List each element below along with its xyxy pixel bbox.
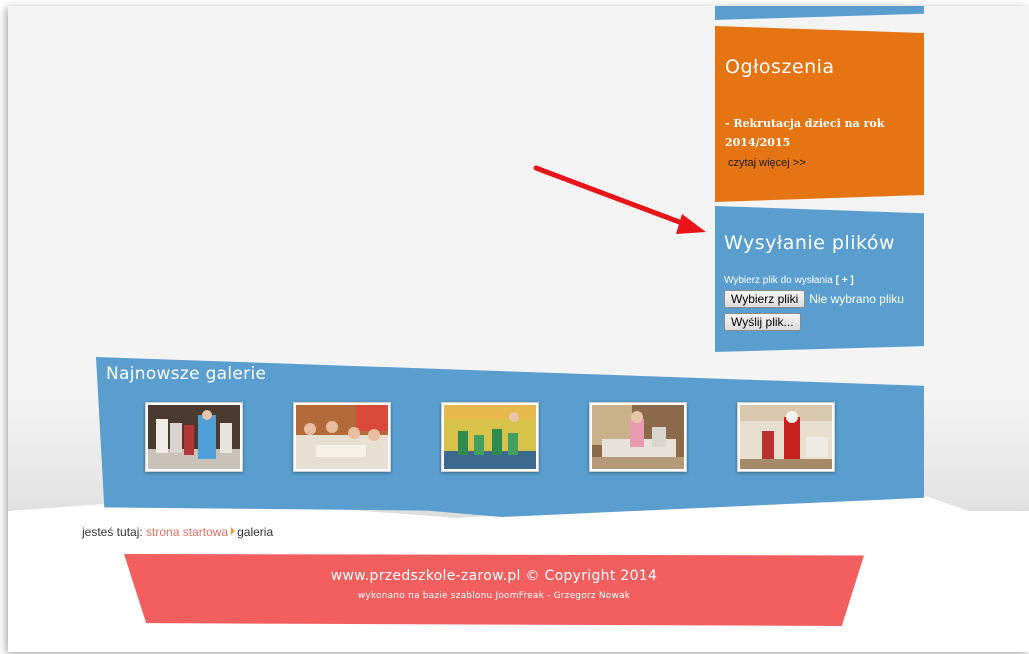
photo-icon — [296, 405, 388, 469]
upload-label-row: Wybierz plik do wysłania [ + ] — [724, 275, 854, 286]
breadcrumb: jesteś tutaj: strona startowa galeria — [82, 525, 273, 539]
gallery-thumb-1[interactable] — [145, 402, 243, 472]
gallery-thumb-5[interactable] — [737, 402, 835, 472]
latest-galleries-title: Najnowsze galerie — [106, 364, 267, 384]
photo-icon — [148, 405, 240, 469]
photo-icon — [592, 405, 684, 469]
footer-credits: wykonano na bazie szablonu JoomFreak - G… — [357, 591, 631, 601]
footer-copyright: www.przedszkole-zarow.pl © Copyright 201… — [330, 568, 658, 584]
breadcrumb-home-link[interactable]: strona startowa — [146, 525, 228, 539]
file-input-row: Wybierz pliki Nie wybrano pliku — [724, 290, 904, 308]
breadcrumb-arrow-icon — [231, 527, 236, 535]
breadcrumb-current: galeria — [237, 525, 274, 539]
gallery-thumb-3[interactable] — [441, 402, 539, 472]
submit-row: Wyślij plik... — [724, 313, 801, 331]
breadcrumb-prefix: jesteś tutaj: — [82, 525, 143, 539]
file-upload-box: Wysyłanie plików Wybierz plik do wysłani… — [715, 206, 924, 352]
photo-icon — [444, 405, 536, 469]
add-file-link[interactable]: [ + ] — [836, 275, 854, 286]
photo-icon — [740, 405, 832, 469]
choose-files-button[interactable]: Wybierz pliki — [724, 290, 806, 308]
gallery-thumb-4[interactable] — [589, 402, 687, 472]
footer-band: www.przedszkole-zarow.pl © Copyright 201… — [124, 554, 864, 626]
no-file-chosen-text: Nie wybrano pliku — [809, 292, 904, 306]
announcement-text: - Rekrutacja dzieci na rok 2014/2015 — [725, 117, 885, 149]
file-upload-title: Wysyłanie plików — [724, 232, 896, 254]
announcements-box: Ogłoszenia - Rekrutacja dzieci na rok 20… — [715, 26, 924, 202]
read-more-link[interactable]: czytaj więcej >> — [728, 157, 806, 169]
gallery-thumb-2[interactable] — [293, 402, 391, 472]
announcements-title: Ogłoszenia — [725, 56, 835, 78]
gallery-thumbnails — [137, 402, 837, 476]
send-file-button[interactable]: Wyślij plik... — [724, 313, 801, 331]
upload-label: Wybierz plik do wysłania — [724, 275, 833, 286]
